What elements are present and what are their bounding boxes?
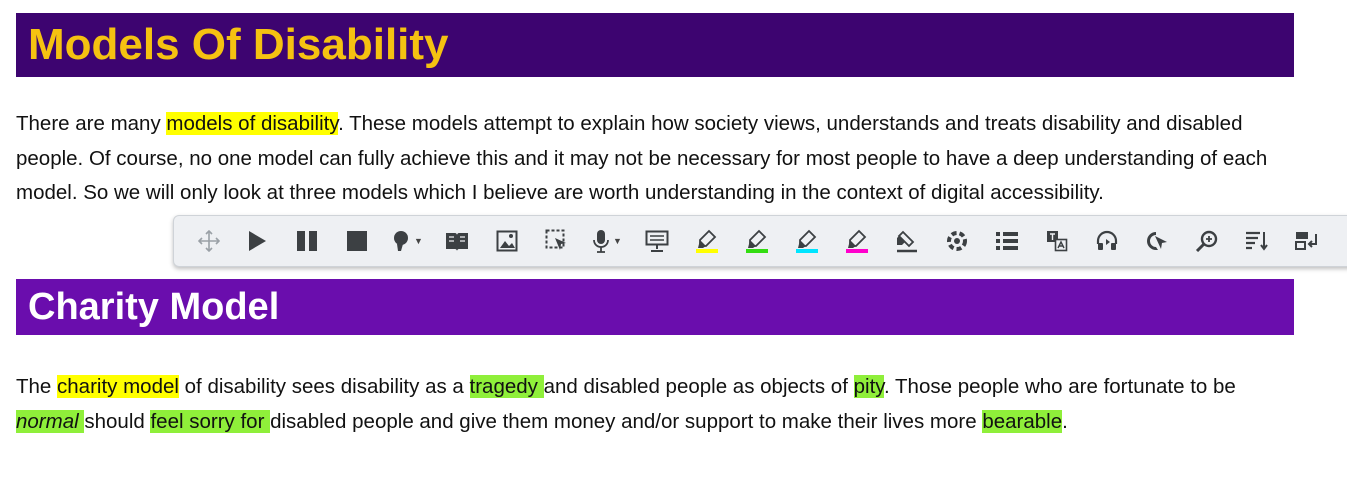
highlight-yellow-icon: [696, 229, 718, 253]
clear-highlights-button[interactable]: [882, 221, 932, 261]
vocabulary-list-icon: [996, 232, 1018, 250]
play-icon: [249, 231, 266, 251]
audio-maker-button[interactable]: [1082, 221, 1132, 261]
highlight-tragedy: tragedy: [469, 375, 544, 398]
highlight-normal: normal: [16, 409, 85, 433]
collect-highlights-icon: [947, 231, 967, 251]
dictionary-button[interactable]: [432, 221, 482, 261]
web-search-button[interactable]: [632, 221, 682, 261]
dictionary-icon: [446, 233, 468, 251]
paragraph-text: The: [16, 375, 58, 398]
paragraph-text: and disabled people as objects of: [543, 375, 854, 398]
clear-highlights-icon: [897, 230, 917, 253]
paragraph-text: . Those people who are fortunate to be: [884, 375, 1236, 398]
voice-icon: [394, 231, 409, 251]
paragraph-text: There are many: [16, 112, 167, 135]
exit-icon: [1295, 232, 1317, 250]
highlight-cyan-icon: [796, 229, 818, 253]
screen-mask-button[interactable]: [532, 221, 582, 261]
play-button[interactable]: [232, 221, 282, 261]
heading-models-of-disability: Models Of Disability: [16, 13, 1294, 77]
move-icon: [198, 230, 220, 252]
stop-button[interactable]: [332, 221, 382, 261]
vocabulary-list-button[interactable]: [982, 221, 1032, 261]
highlight-pity: pity: [853, 375, 884, 398]
paragraph-text: of disability sees disability as a: [178, 375, 470, 398]
sort-button[interactable]: [1232, 221, 1282, 261]
stop-icon: [347, 231, 367, 251]
highlight-feel-sorry-for: feel sorry for: [150, 409, 271, 433]
rewordify-button[interactable]: [1182, 221, 1232, 261]
sort-icon: [1246, 231, 1268, 251]
audio-maker-icon: [1096, 230, 1118, 250]
rewordify-icon: [1195, 230, 1218, 252]
highlight-magenta-button[interactable]: [832, 221, 882, 261]
collect-highlights-button[interactable]: [932, 221, 982, 261]
move-toolbar-handle[interactable]: [186, 221, 232, 261]
paragraph-text: .: [1062, 409, 1068, 433]
paragraph-models-intro: There are many models of disability. The…: [16, 107, 1301, 211]
heading-text: Models Of Disability: [28, 20, 449, 69]
pause-button[interactable]: [282, 221, 332, 261]
heading-charity-model: Charity Model: [16, 279, 1294, 335]
translate-button[interactable]: [1032, 221, 1082, 261]
highlight-magenta-icon: [846, 229, 868, 253]
check-it-icon: [1147, 232, 1167, 250]
highlight-bearable: bearable: [982, 409, 1063, 433]
highlight-green-icon: [746, 229, 768, 253]
highlight-green-button[interactable]: [732, 221, 782, 261]
check-it-button[interactable]: [1132, 221, 1182, 261]
chevron-down-icon: ▼: [613, 236, 622, 246]
voice-settings-button[interactable]: ▼: [382, 221, 432, 261]
pause-icon: [297, 231, 317, 251]
microphone-icon: [593, 230, 609, 253]
paragraph-text: should: [84, 409, 151, 433]
web-search-icon: [645, 230, 669, 252]
highlight-yellow-button[interactable]: [682, 221, 732, 261]
exit-button[interactable]: [1282, 221, 1332, 261]
speech-input-button[interactable]: ▼: [582, 221, 632, 261]
paragraph-charity-model: The charity model of disability sees dis…: [16, 370, 1301, 439]
heading-text: Charity Model: [28, 285, 280, 328]
picture-dictionary-button[interactable]: [482, 221, 532, 261]
paragraph-text: disabled people and give them money and/…: [270, 409, 983, 433]
highlight-charity-model: charity model: [57, 375, 179, 398]
highlight-models-of-disability: models of disability: [166, 112, 339, 135]
highlight-cyan-button[interactable]: [782, 221, 832, 261]
translate-icon: [1047, 231, 1068, 252]
reading-toolbar: ▼ ▼: [173, 215, 1347, 267]
picture-dictionary-icon: [496, 230, 518, 252]
chevron-down-icon: ▼: [414, 236, 423, 246]
screen-mask-icon: [545, 229, 566, 250]
